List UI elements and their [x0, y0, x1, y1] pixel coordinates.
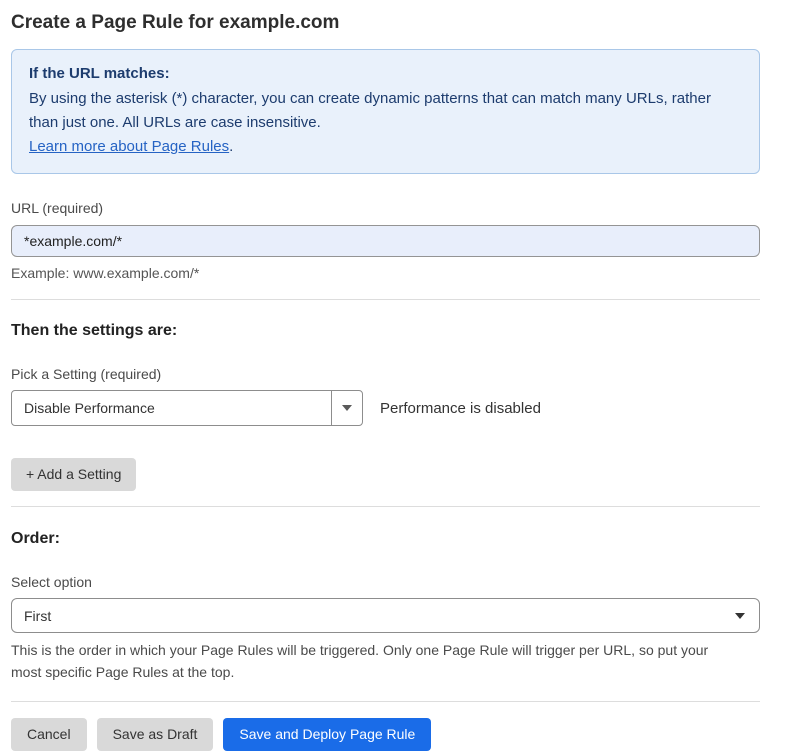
order-section-heading: Order: — [11, 507, 760, 549]
info-box-body: By using the asterisk (*) character, you… — [29, 87, 742, 135]
setting-select-value: Disable Performance — [12, 391, 331, 425]
divider-actions — [11, 701, 760, 702]
order-select-value: First — [24, 608, 51, 624]
learn-more-link[interactable]: Learn more about Page Rules — [29, 138, 229, 155]
pick-setting-label: Pick a Setting (required) — [11, 365, 760, 383]
save-as-draft-button[interactable]: Save as Draft — [97, 718, 214, 751]
link-suffix: . — [229, 138, 233, 155]
settings-section-heading: Then the settings are: — [11, 300, 760, 341]
page-title: Create a Page Rule for example.com — [11, 0, 760, 35]
setting-select-arrow-button[interactable] — [331, 391, 362, 425]
info-box-link-line: Learn more about Page Rules. — [29, 135, 742, 159]
info-box-heading: If the URL matches: — [29, 62, 742, 86]
url-match-info-box: If the URL matches: By using the asteris… — [11, 49, 760, 174]
url-example-text: Example: www.example.com/* — [11, 265, 760, 281]
order-select-label: Select option — [11, 573, 760, 591]
page-rule-form: Create a Page Rule for example.com If th… — [0, 0, 790, 751]
cancel-button[interactable]: Cancel — [11, 718, 87, 751]
url-input[interactable] — [11, 225, 760, 257]
order-select[interactable]: First — [11, 598, 760, 633]
chevron-down-icon — [342, 405, 352, 411]
setting-select[interactable]: Disable Performance — [11, 390, 363, 426]
setting-row: Disable Performance Performance is disab… — [11, 390, 760, 426]
url-field-label: URL (required) — [11, 199, 760, 217]
setting-status-text: Performance is disabled — [380, 400, 541, 417]
chevron-down-icon — [735, 613, 745, 619]
add-setting-button[interactable]: + Add a Setting — [11, 458, 136, 491]
actions-row: Cancel Save as Draft Save and Deploy Pag… — [11, 718, 760, 751]
save-and-deploy-button[interactable]: Save and Deploy Page Rule — [223, 718, 431, 751]
order-help-text: This is the order in which your Page Rul… — [11, 639, 741, 683]
